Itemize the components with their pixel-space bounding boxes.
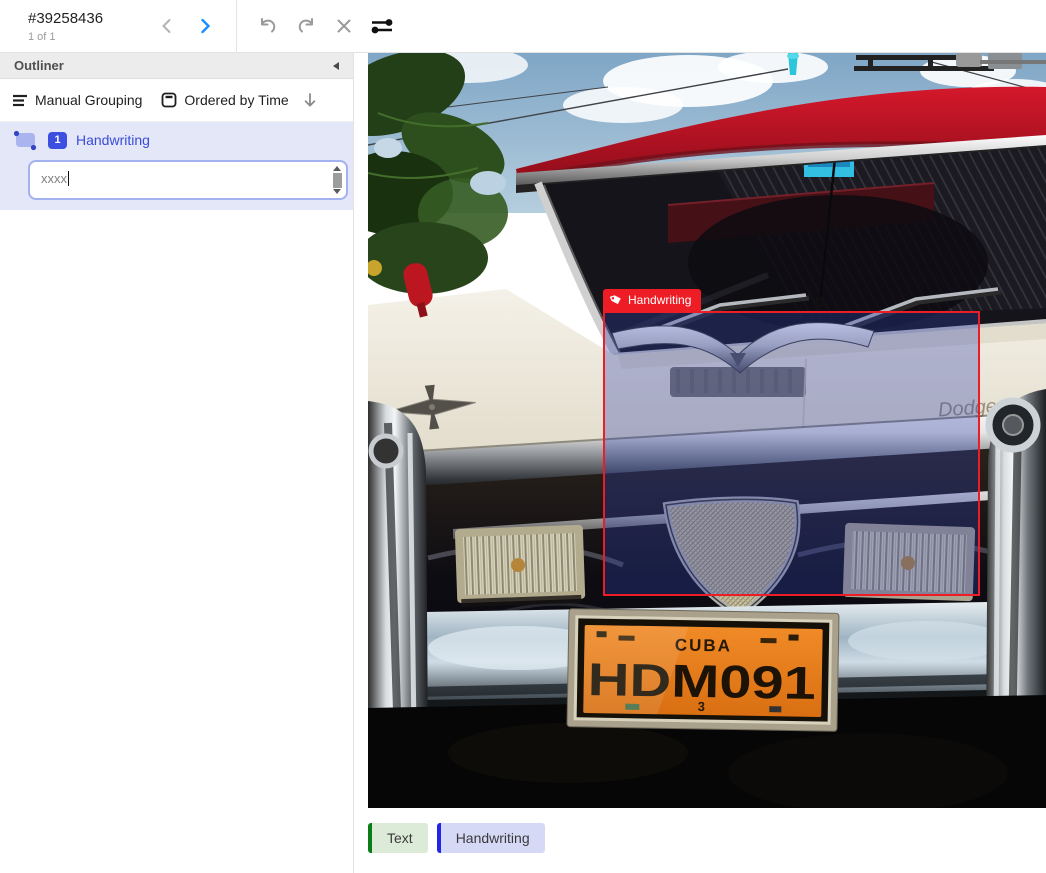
chevron-right-icon [196, 17, 214, 35]
sliders-icon [369, 16, 395, 36]
outliner-header: Outliner [0, 53, 353, 79]
undo-icon [257, 16, 279, 36]
label-text: Text [387, 830, 413, 846]
delete-region-button[interactable] [325, 8, 363, 44]
region-selection-block: 1 Handwriting xxxx [0, 122, 353, 210]
region-list-item[interactable]: 1 Handwriting [0, 122, 353, 158]
close-icon [335, 17, 353, 35]
task-info: #39258436 1 of 1 [0, 10, 150, 43]
text-caret [68, 171, 69, 186]
prev-task-button[interactable] [150, 9, 184, 43]
bbox-region-icon [12, 130, 38, 151]
scrollbar-thumb[interactable] [333, 173, 342, 188]
outliner-controls: Manual Grouping Ordered by Time [0, 79, 353, 122]
grouping-button[interactable]: Manual Grouping [12, 92, 142, 108]
region-text-value: xxxx [41, 171, 67, 186]
triangle-left-icon [331, 61, 341, 71]
undo-button[interactable] [249, 8, 287, 44]
top-toolbar: #39258436 1 of 1 [0, 0, 1046, 53]
outliner-title: Outliner [14, 58, 64, 73]
label-button-handwriting[interactable]: Handwriting [437, 823, 545, 853]
redo-icon [295, 16, 317, 36]
toolbar-divider [236, 0, 237, 53]
card-icon [161, 92, 177, 108]
textarea-scrollbar[interactable] [330, 164, 344, 196]
label-button-text[interactable]: Text [368, 823, 428, 853]
bounding-box-region[interactable] [603, 311, 980, 596]
task-counter: 1 of 1 [28, 31, 150, 43]
region-tag[interactable]: Handwriting [603, 289, 701, 311]
region-label: Handwriting [76, 132, 150, 148]
outliner-panel: Outliner Manual Grouping Ordered by Time [0, 53, 354, 873]
next-task-button[interactable] [188, 9, 222, 43]
label-text: Handwriting [456, 830, 530, 846]
chevron-left-icon [158, 17, 176, 35]
settings-button[interactable] [363, 8, 401, 44]
plate-suffix-text: 3 [698, 699, 705, 714]
tag-icon [610, 294, 622, 306]
task-id: #39258436 [28, 10, 150, 28]
region-text-input[interactable]: xxxx [28, 160, 348, 200]
ordering-button[interactable]: Ordered by Time [161, 92, 288, 108]
photo-license-plate: CUBA HDM091 3 [567, 609, 839, 732]
redo-button[interactable] [287, 8, 325, 44]
region-index-badge: 1 [48, 132, 67, 149]
scroll-down-icon[interactable] [333, 189, 341, 194]
label-buttons: Text Handwriting [368, 823, 545, 853]
arrow-down-icon [303, 92, 317, 108]
annotation-canvas[interactable]: 12 [368, 53, 1046, 808]
collapse-panel-button[interactable] [331, 61, 341, 71]
sort-direction-button[interactable] [303, 92, 317, 108]
scroll-up-icon[interactable] [333, 166, 341, 171]
grouping-label: Manual Grouping [35, 92, 142, 108]
photo-fog-light-left [455, 525, 586, 607]
ordering-label: Ordered by Time [184, 92, 288, 108]
grouping-icon [12, 94, 28, 107]
region-tag-label: Handwriting [628, 293, 691, 307]
